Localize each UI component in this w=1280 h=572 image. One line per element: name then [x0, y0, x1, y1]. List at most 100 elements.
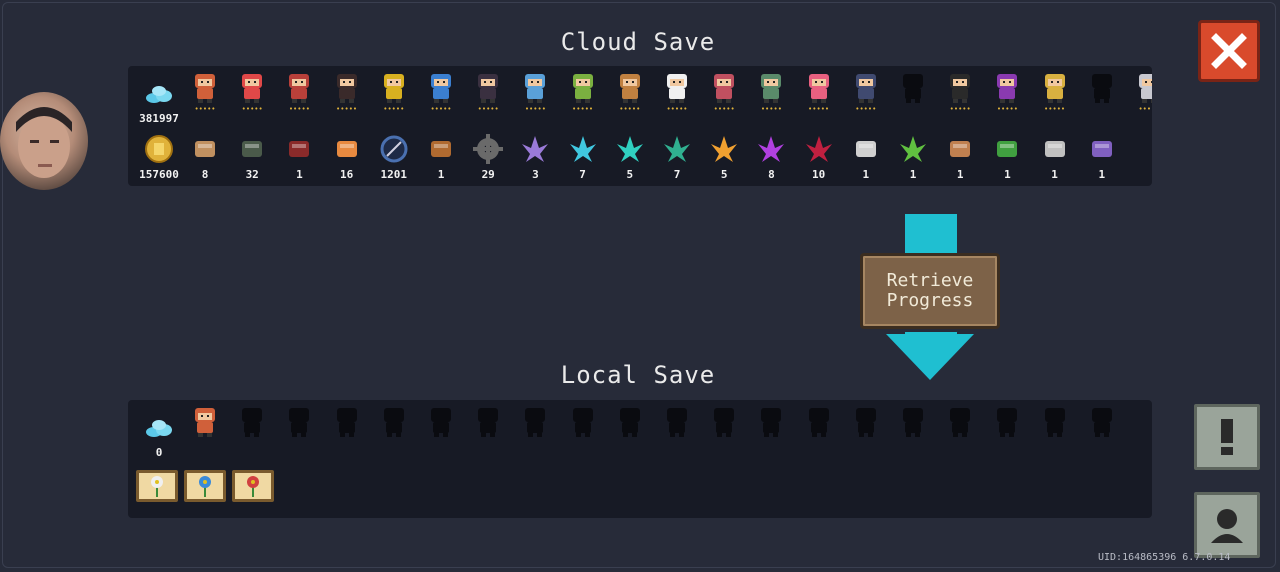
local-save-panel: 0: [128, 400, 1152, 518]
cloud-character-slot[interactable]: •••••: [371, 70, 417, 113]
cloud-character-slot[interactable]: •••••: [701, 70, 747, 113]
hammer-icon: [424, 132, 458, 166]
cloud-character-slot[interactable]: •••••: [654, 70, 700, 113]
locked-character-icon: [518, 404, 552, 438]
cloud-character-slot[interactable]: •••••: [418, 70, 464, 113]
plant-seed-slot[interactable]: [184, 470, 226, 502]
item-count: 1: [956, 168, 964, 181]
cloud-item-slot: 1: [418, 132, 464, 181]
star-rating: •••••: [430, 105, 452, 113]
cloud-item-slot: 1: [937, 132, 983, 181]
cloud-character-slot[interactable]: •••••: [560, 70, 606, 113]
star-rating: •••••: [241, 105, 263, 113]
cloud-character-slot[interactable]: •••••: [465, 70, 511, 113]
cloud-gold-slot: 157600: [136, 132, 182, 181]
local-character-silhouette: [748, 404, 794, 438]
character-icon: [1085, 70, 1119, 104]
account-button[interactable]: [1194, 492, 1260, 558]
cloud-character-slot[interactable]: •••••: [796, 70, 842, 113]
cloud-character-slot[interactable]: •••••: [276, 70, 322, 113]
cloud-item-slot: 1: [1032, 132, 1078, 181]
cloud-character-slot[interactable]: •••••: [1126, 70, 1152, 113]
close-button[interactable]: [1198, 20, 1260, 82]
cloud-character-slot[interactable]: •••••: [748, 70, 794, 113]
locked-character-icon: [660, 404, 694, 438]
crystal-violet-icon: [754, 132, 788, 166]
local-character-silhouette: [607, 404, 653, 438]
local-character-silhouette: [701, 404, 747, 438]
star-rating: •••••: [477, 105, 499, 113]
cloud-character-slot[interactable]: [890, 70, 936, 104]
local-character-silhouette: [1032, 404, 1078, 438]
cloud-character-slot[interactable]: •••••: [324, 70, 370, 113]
star-rating: •••••: [524, 105, 546, 113]
box-icon: [1038, 132, 1072, 166]
cloud-character-slot[interactable]: •••••: [1032, 70, 1078, 113]
cloud-character-slot[interactable]: •••••: [984, 70, 1030, 113]
star-rating: •••••: [383, 105, 405, 113]
character-icon: [613, 70, 647, 104]
character-icon: [1132, 70, 1152, 104]
player-avatar[interactable]: [0, 92, 88, 190]
local-character-silhouette: [418, 404, 464, 438]
blue-flower-icon: [199, 476, 211, 497]
local-character-silhouette: [276, 404, 322, 438]
green-machine-icon: [990, 132, 1024, 166]
local-character-silhouette: [796, 404, 842, 438]
star-rating: •••••: [808, 105, 830, 113]
cloud-character-slot[interactable]: •••••: [843, 70, 889, 113]
cloud-character-slot[interactable]: [1079, 70, 1125, 104]
cloud-character-slot[interactable]: •••••: [229, 70, 275, 113]
star-rating: •••••: [1044, 105, 1066, 113]
star-rating: •••••: [194, 105, 216, 113]
retrieve-label-line2: Progress: [886, 290, 974, 311]
local-gem-slot: 0: [136, 410, 182, 459]
notice-button[interactable]: [1194, 404, 1260, 470]
item-count: 1201: [380, 168, 408, 181]
locked-character-icon: [802, 404, 836, 438]
cloud-item-slot: 10: [796, 132, 842, 181]
gem-icon: [142, 76, 176, 110]
locked-character-icon: [943, 404, 977, 438]
cloud-gem-count: 381997: [139, 112, 179, 125]
plant-seed-slot[interactable]: [136, 470, 178, 502]
cloud-character-slot[interactable]: •••••: [512, 70, 558, 113]
retrieve-progress-button[interactable]: Retrieve Progress: [860, 253, 1000, 329]
character-icon: [707, 70, 741, 104]
local-character-silhouette: [560, 404, 606, 438]
item-count: 32: [245, 168, 259, 181]
star-rating: •••••: [572, 105, 594, 113]
character-icon: [896, 70, 930, 104]
character-icon: [471, 70, 505, 104]
local-character-silhouette: [984, 404, 1030, 438]
item-count: 1: [862, 168, 870, 181]
item-count: 29: [481, 168, 495, 181]
cloud-character-slot[interactable]: •••••: [607, 70, 653, 113]
item-count: 16: [339, 168, 354, 181]
locked-character-icon: [377, 404, 411, 438]
locked-character-icon: [990, 404, 1024, 438]
star-rating: •••••: [760, 105, 782, 113]
cloud-save-panel: 381997 ••••• ••••• ••••• ••••• ••••• ••••• ••••…: [128, 66, 1152, 186]
character-icon: [943, 70, 977, 104]
star-rating: •••••: [1138, 105, 1152, 113]
close-icon: [1211, 33, 1247, 69]
locked-character-icon: [896, 404, 930, 438]
star-rating: •••••: [855, 105, 877, 113]
character-icon: [802, 70, 836, 104]
star-rating: •••••: [336, 105, 358, 113]
star-rating: •••••: [949, 105, 971, 113]
cloud-character-slot[interactable]: •••••: [937, 70, 983, 113]
star-rating: •••••: [288, 105, 310, 113]
item-count: 7: [673, 168, 681, 181]
plant-seed-slot[interactable]: [232, 470, 274, 502]
locked-character-icon: [282, 404, 316, 438]
local-character-silhouette: [512, 404, 558, 438]
local-gem-count: 0: [155, 446, 163, 459]
local-character-silhouette: [890, 404, 936, 438]
cloud-item-slot: 1: [843, 132, 889, 181]
ore-icon: [330, 132, 364, 166]
cloud-character-slot[interactable]: •••••: [182, 70, 228, 113]
local-character-silhouette: [937, 404, 983, 438]
cloud-item-slot: 5: [607, 132, 653, 181]
